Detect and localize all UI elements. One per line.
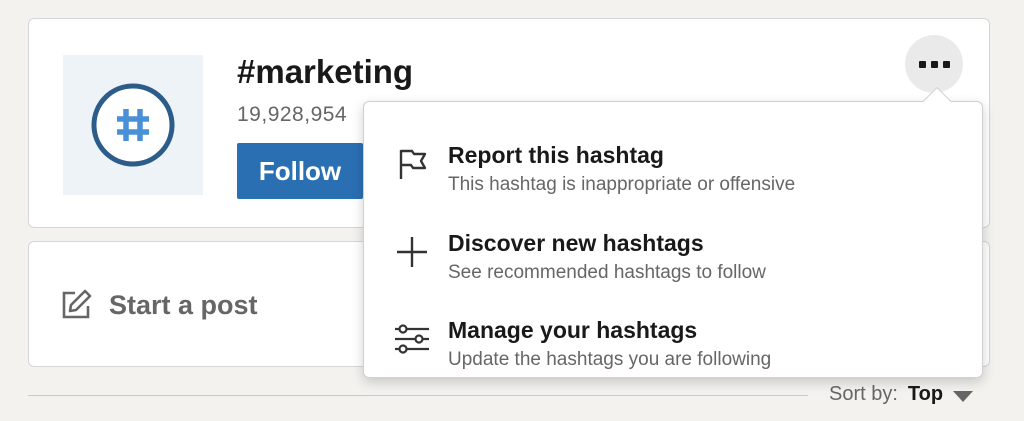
more-options-button[interactable]	[905, 35, 963, 93]
sort-control[interactable]: Sort by: Top	[829, 383, 974, 406]
follower-count: 19,928,954	[237, 103, 348, 126]
sort-label: Sort by:	[829, 383, 898, 405]
plus-icon	[392, 232, 432, 272]
sliders-icon	[392, 319, 432, 359]
menu-item-subtitle: This hashtag is inappropriate or offensi…	[448, 174, 796, 195]
feed-divider	[28, 395, 808, 396]
menu-item-discover-hashtags[interactable]: Discover new hashtags See recommended ha…	[364, 204, 984, 292]
menu-item-title: Discover new hashtags	[448, 230, 704, 256]
menu-item-manage-hashtags[interactable]: Manage your hashtags Update the hashtags…	[364, 291, 984, 379]
edit-icon	[62, 289, 92, 319]
hashtag-logo	[63, 55, 203, 195]
menu-item-title: Report this hashtag	[448, 142, 664, 168]
caret-down-icon[interactable]	[953, 390, 974, 402]
follow-button[interactable]: Follow	[237, 143, 363, 199]
start-post-button[interactable]: Start a post	[59, 288, 258, 322]
menu-item-report-hashtag[interactable]: Report this hashtag This hashtag is inap…	[364, 116, 984, 204]
flag-icon	[392, 144, 432, 184]
options-dropdown: Report this hashtag This hashtag is inap…	[363, 101, 983, 378]
sort-value[interactable]: Top	[908, 383, 943, 406]
start-post-label: Start a post	[109, 289, 258, 320]
menu-item-subtitle: Update the hashtags you are following	[448, 349, 772, 370]
menu-item-subtitle: See recommended hashtags to follow	[448, 262, 766, 283]
menu-item-title: Manage your hashtags	[448, 317, 698, 343]
hashtag-title: #marketing	[237, 53, 414, 90]
hashtag-icon	[91, 83, 175, 167]
more-icon	[918, 60, 926, 68]
